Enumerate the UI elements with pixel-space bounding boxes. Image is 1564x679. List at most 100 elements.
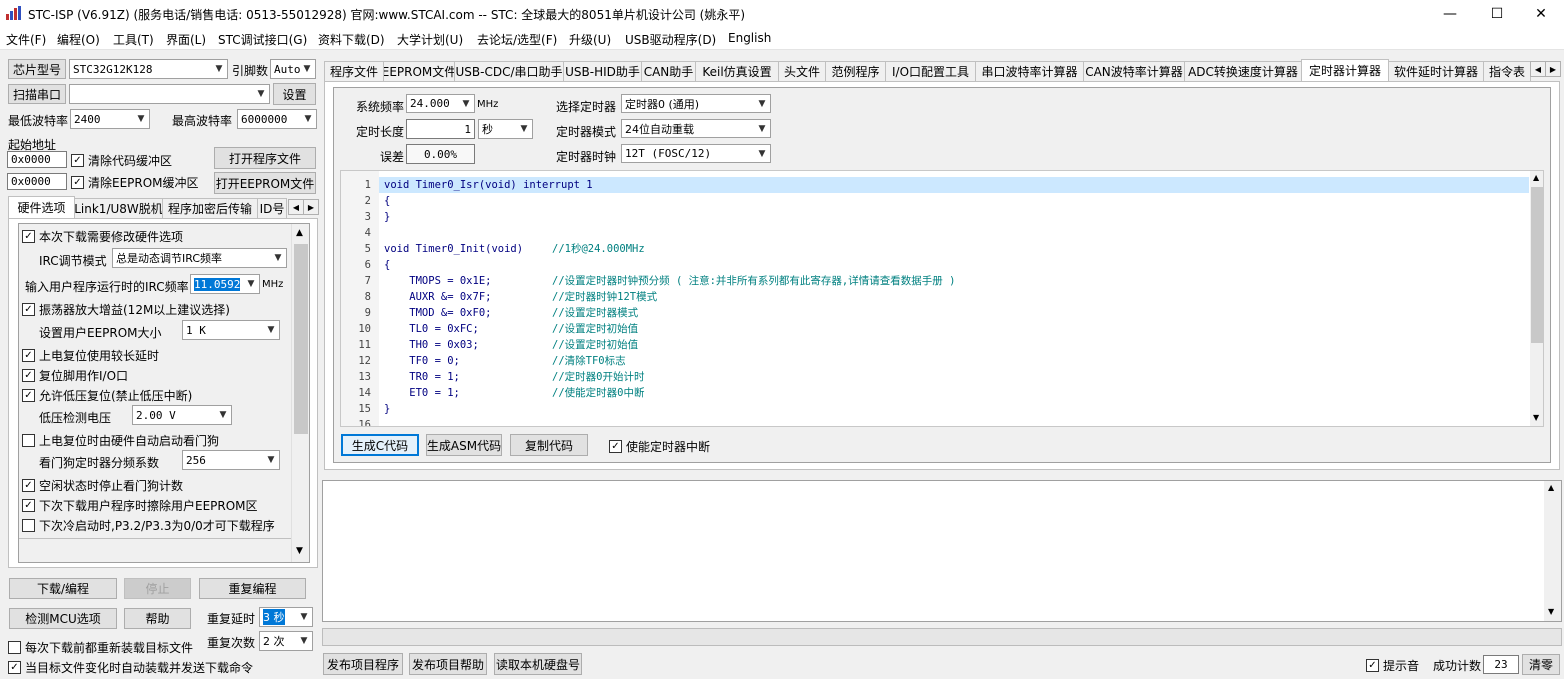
output-log-scrollbar[interactable]: ▲ ▼ xyxy=(1544,481,1561,621)
tab-program-file[interactable]: 程序文件 xyxy=(324,61,384,81)
read-disk-id-button[interactable]: 读取本机硬盘号 xyxy=(494,653,582,675)
tab-examples[interactable]: 范例程序 xyxy=(825,61,886,81)
wdt-divider-select[interactable]: 256 ▼ xyxy=(182,450,280,470)
scroll-down-icon[interactable]: ▼ xyxy=(1548,607,1554,616)
tab-uart-baud-calc[interactable]: 串口波特率计算器 xyxy=(975,61,1084,81)
scroll-down-icon[interactable]: ▼ xyxy=(296,546,303,556)
publish-help-button[interactable]: 发布项目帮助 xyxy=(409,653,487,675)
check-mcu-button[interactable]: 检测MCU选项 xyxy=(9,608,117,629)
irc-freq-select[interactable]: 11.0592 ▼ xyxy=(190,274,260,294)
timer-clock-select[interactable]: 12T (FOSC/12) ▼ xyxy=(621,144,771,163)
tab-timer-calc[interactable]: 定时器计算器 xyxy=(1301,59,1389,81)
tab-usb-hid[interactable]: USB-HID助手 xyxy=(563,61,642,81)
scan-port-button[interactable]: 扫描串口 xyxy=(8,84,66,104)
tab-delay-calc[interactable]: 软件延时计算器 xyxy=(1388,61,1484,81)
menu-usb-driver[interactable]: USB驱动程序(D) xyxy=(625,31,716,48)
tab-scroll-left-icon[interactable]: ◀ xyxy=(288,199,304,215)
enable-timer-interrupt-checkbox[interactable]: ✓ 使能定时器中断 xyxy=(609,438,710,455)
tab-link1-offline[interactable]: Link1/U8W脱机 xyxy=(74,198,163,218)
tab-scroll-right-icon[interactable]: ▶ xyxy=(1545,61,1561,77)
max-baud-select[interactable]: 6000000 ▼ xyxy=(237,109,317,129)
auto-reload-checkbox[interactable]: ✓ 当目标文件变化时自动装载并发送下载命令 xyxy=(8,659,253,676)
maximize-button[interactable]: ☐ xyxy=(1474,0,1520,28)
menu-tools[interactable]: 工具(T) xyxy=(113,31,154,48)
code-scrollbar[interactable]: ▲ ▼ xyxy=(1530,171,1543,426)
clear-count-button[interactable]: 清零 xyxy=(1522,654,1560,675)
tab-scroll-right-icon[interactable]: ▶ xyxy=(303,199,319,215)
port-select[interactable]: ▼ xyxy=(69,84,270,104)
low-voltage-reset-checkbox[interactable]: ✓ 允许低压复位(禁止低压中断) xyxy=(22,387,192,404)
start-address-input-2[interactable]: 0x0000 xyxy=(7,173,67,190)
erase-eeprom-checkbox[interactable]: ✓ 下次下载用户程序时擦除用户EEPROM区 xyxy=(22,497,258,514)
power-delay-checkbox[interactable]: ✓ 上电复位使用较长延时 xyxy=(22,347,159,364)
idle-wdt-checkbox[interactable]: ✓ 空闲状态时停止看门狗计数 xyxy=(22,477,183,494)
p32-p33-checkbox[interactable]: 下次冷启动时,P3.2/P3.3为0/0才可下载程序 xyxy=(22,517,275,534)
tab-hardware-options[interactable]: 硬件选项 xyxy=(8,196,75,218)
minimize-button[interactable]: — xyxy=(1427,0,1473,28)
menu-english[interactable]: English xyxy=(728,31,771,45)
tab-io-config[interactable]: I/O口配置工具 xyxy=(885,61,976,81)
menu-university[interactable]: 大学计划(U) xyxy=(397,31,463,48)
chip-type-select[interactable]: STC32G12K128 ▼ xyxy=(69,59,228,79)
reprogram-button[interactable]: 重复编程 xyxy=(199,578,306,599)
download-program-button[interactable]: 下载/编程 xyxy=(9,578,117,599)
help-button[interactable]: 帮助 xyxy=(124,608,191,629)
pins-select[interactable]: Auto ▼ xyxy=(270,59,316,79)
scroll-up-icon[interactable]: ▲ xyxy=(1548,483,1554,492)
code-editor[interactable]: 1 void Timer0_Isr(void) interrupt 1 2{3} 4 5… xyxy=(340,170,1544,427)
modify-hw-checkbox[interactable]: ✓ 本次下载需要修改硬件选项 xyxy=(22,228,183,245)
tab-keil-sim[interactable]: Keil仿真设置 xyxy=(695,61,779,81)
tab-adc-speed-calc[interactable]: ADC转换速度计算器 xyxy=(1184,61,1302,81)
publish-project-button[interactable]: 发布项目程序 xyxy=(323,653,403,675)
length-input[interactable]: 1 xyxy=(406,119,475,139)
scroll-up-icon[interactable]: ▲ xyxy=(1533,173,1539,182)
reload-before-download-checkbox[interactable]: 每次下载前都重新装载目标文件 xyxy=(8,639,193,656)
hw-options-scrollbar[interactable]: ▲ ▼ xyxy=(291,224,309,562)
settings-button[interactable]: 设置 xyxy=(273,83,316,105)
osc-gain-checkbox[interactable]: ✓ 振荡器放大增益(12M以上建议选择) xyxy=(22,301,230,318)
tab-instruction-table[interactable]: 指令表 xyxy=(1483,61,1531,81)
wdt-auto-start-checkbox[interactable]: 上电复位时由硬件自动启动看门狗 xyxy=(22,432,219,449)
generate-asm-code-button[interactable]: 生成ASM代码 xyxy=(426,434,502,456)
sysfreq-select[interactable]: 24.000 ▼ xyxy=(406,94,475,113)
menu-upgrade[interactable]: 升级(U) xyxy=(569,31,611,48)
tab-header-file[interactable]: 头文件 xyxy=(778,61,826,81)
start-address-input-1[interactable]: 0x0000 xyxy=(7,151,67,168)
scrollbar-thumb[interactable] xyxy=(294,244,308,434)
tab-can-baud-calc[interactable]: CAN波特率计算器 xyxy=(1083,61,1185,81)
menu-file[interactable]: 文件(F) xyxy=(6,31,46,48)
menu-downloads[interactable]: 资料下载(D) xyxy=(318,31,385,48)
repeat-delay-select[interactable]: 3 秒 ▼ xyxy=(259,607,313,627)
scroll-down-icon[interactable]: ▼ xyxy=(1533,413,1539,422)
tab-eeprom-file[interactable]: EEPROM文件 xyxy=(383,61,455,81)
open-program-file-button[interactable]: 打开程序文件 xyxy=(214,147,316,169)
repeat-count-select[interactable]: 2 次 ▼ xyxy=(259,631,313,651)
scroll-up-icon[interactable]: ▲ xyxy=(296,228,303,238)
beep-checkbox[interactable]: ✓ 提示音 xyxy=(1366,657,1419,674)
scrollbar-thumb[interactable] xyxy=(1531,187,1543,343)
output-log[interactable]: ▲ ▼ xyxy=(322,480,1562,622)
menu-interface[interactable]: 界面(L) xyxy=(166,31,206,48)
tab-can-helper[interactable]: CAN助手 xyxy=(641,61,696,81)
close-button[interactable]: ✕ xyxy=(1518,0,1564,28)
clear-code-buffer-checkbox[interactable]: ✓ 清除代码缓冲区 xyxy=(71,152,172,169)
lvd-select[interactable]: 2.00 V ▼ xyxy=(132,405,232,425)
chip-type-button[interactable]: 芯片型号 xyxy=(8,59,66,79)
tab-id[interactable]: ID号 xyxy=(257,198,287,218)
stop-button[interactable]: 停止 xyxy=(124,578,191,599)
reset-pin-io-checkbox[interactable]: ✓ 复位脚用作I/O口 xyxy=(22,367,128,384)
eeprom-size-select[interactable]: 1 K ▼ xyxy=(182,320,280,340)
tab-scroll-left-icon[interactable]: ◀ xyxy=(1530,61,1546,77)
menu-debug-interface[interactable]: STC调试接口(G) xyxy=(218,31,307,48)
timer-mode-select[interactable]: 24位自动重载 ▼ xyxy=(621,119,771,138)
open-eeprom-file-button[interactable]: 打开EEPROM文件 xyxy=(214,172,316,194)
clear-eeprom-buffer-checkbox[interactable]: ✓ 清除EEPROM缓冲区 xyxy=(71,174,199,191)
tab-encrypted-transfer[interactable]: 程序加密后传输 xyxy=(162,198,258,218)
menu-program[interactable]: 编程(O) xyxy=(57,31,100,48)
menu-forum[interactable]: 去论坛/选型(F) xyxy=(477,31,557,48)
generate-c-code-button[interactable]: 生成C代码 xyxy=(341,434,419,456)
copy-code-button[interactable]: 复制代码 xyxy=(510,434,588,456)
irc-mode-select[interactable]: 总是动态调节IRC频率 ▼ xyxy=(112,248,287,268)
length-unit-select[interactable]: 秒 ▼ xyxy=(478,119,533,139)
min-baud-select[interactable]: 2400 ▼ xyxy=(70,109,150,129)
